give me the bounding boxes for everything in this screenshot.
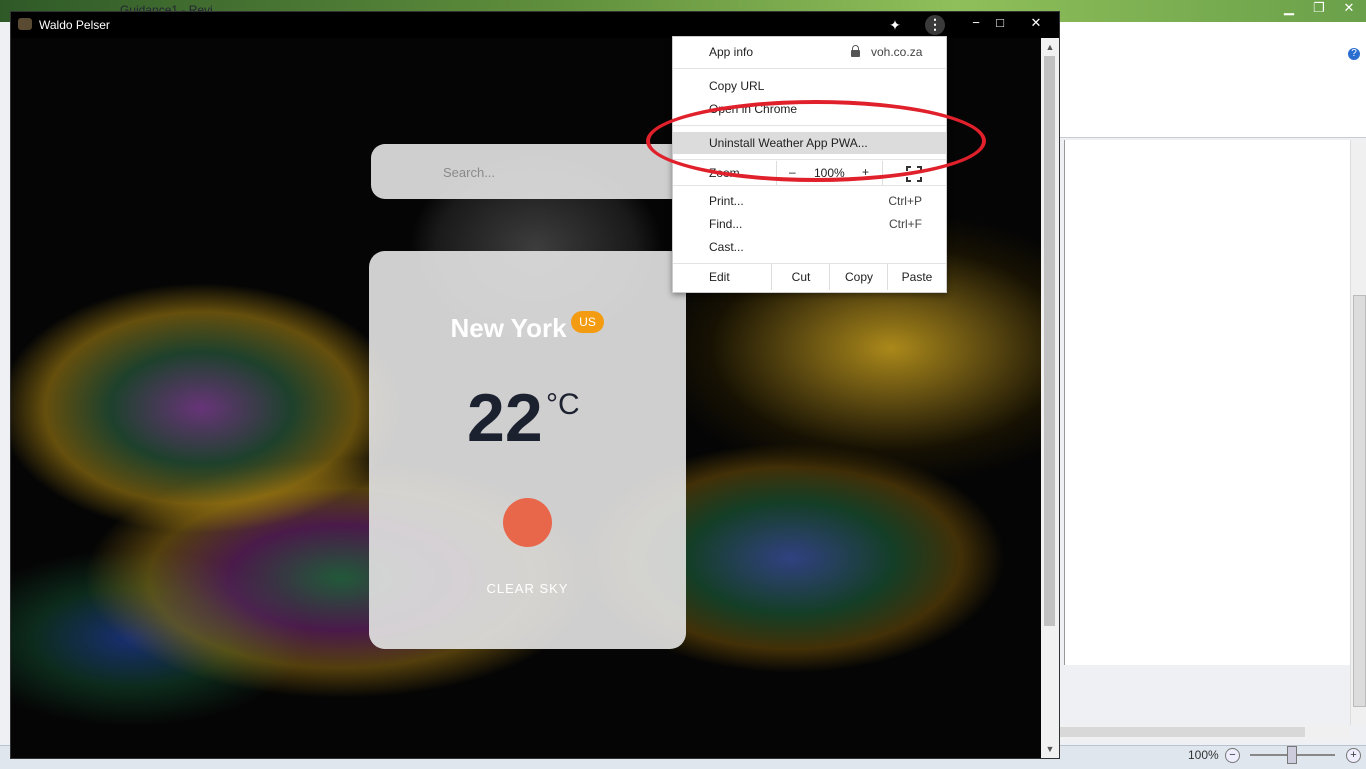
scroll-up-arrow-icon[interactable]: ▲ bbox=[1041, 40, 1059, 54]
menu-label: App info bbox=[709, 45, 754, 59]
menu-edit-row: Edit Cut Copy Paste bbox=[673, 264, 946, 290]
menu-shortcut: Ctrl+F bbox=[889, 217, 922, 231]
menu-shortcut: Ctrl+P bbox=[888, 194, 922, 208]
country-badge: US bbox=[571, 311, 604, 333]
app-menu-button[interactable]: ⋮ bbox=[925, 15, 945, 35]
menu-label: Copy URL bbox=[709, 79, 765, 93]
fullscreen-icon[interactable] bbox=[905, 165, 923, 183]
background-window-controls: ▁ ❐ ✕ bbox=[1280, 0, 1358, 16]
pwa-title-bar: Waldo Pelser ✦ ⋮ − □ ✕ bbox=[11, 12, 1059, 38]
menu-item-uninstall[interactable]: Uninstall Weather App PWA... bbox=[673, 132, 946, 154]
menu-item-app-info[interactable]: App info voh.co.za bbox=[673, 41, 946, 63]
menu-zoom-row: Zoom – 100% + bbox=[673, 161, 946, 185]
menu-label: Uninstall Weather App PWA... bbox=[709, 136, 868, 150]
background-ribbon: ? bbox=[1060, 22, 1366, 138]
copy-button[interactable]: Copy bbox=[829, 264, 888, 290]
zoom-out-button[interactable]: – bbox=[789, 165, 796, 179]
menu-label: Find... bbox=[709, 217, 743, 231]
pwa-maximize-button[interactable]: □ bbox=[987, 14, 1013, 32]
cut-button[interactable]: Cut bbox=[771, 264, 830, 290]
city-name: New York bbox=[369, 313, 686, 344]
help-icon[interactable]: ? bbox=[1348, 48, 1360, 60]
pwa-minimize-button[interactable]: − bbox=[963, 14, 989, 32]
temperature-unit: °C bbox=[546, 388, 580, 421]
zoom-controls: – 100% + bbox=[776, 161, 883, 185]
menu-label: Cast... bbox=[709, 240, 744, 254]
menu-item-cast[interactable]: Cast... bbox=[673, 236, 946, 258]
app-domain: voh.co.za bbox=[871, 45, 923, 59]
menu-label: Zoom bbox=[709, 166, 740, 180]
menu-label: Edit bbox=[709, 270, 730, 284]
status-zoom-slider-thumb[interactable] bbox=[1287, 746, 1297, 764]
background-horizontal-scrollbar[interactable] bbox=[1060, 725, 1350, 739]
menu-divider bbox=[673, 159, 946, 160]
menu-label: Open in Chrome bbox=[709, 102, 798, 116]
search-box[interactable] bbox=[371, 144, 691, 199]
scroll-thumb[interactable] bbox=[1353, 295, 1366, 707]
pwa-close-button[interactable]: ✕ bbox=[1023, 14, 1049, 32]
temperature-value: 22 bbox=[467, 380, 543, 456]
weather-condition: CLEAR SKY bbox=[486, 581, 569, 596]
menu-divider bbox=[673, 125, 946, 126]
city-name-text: New York bbox=[450, 313, 567, 343]
status-zoom-out-button[interactable]: − bbox=[1225, 748, 1240, 763]
menu-divider bbox=[673, 185, 946, 186]
zoom-value: 100% bbox=[814, 166, 845, 180]
weather-card: New York US 22 °C CLEAR SKY bbox=[369, 251, 686, 649]
pwa-vertical-scrollbar[interactable]: ▲ ▼ bbox=[1041, 38, 1059, 758]
menu-label: Print... bbox=[709, 194, 744, 208]
scroll-thumb[interactable] bbox=[1060, 727, 1305, 737]
background-minimize-button[interactable]: ▁ bbox=[1280, 0, 1298, 16]
pwa-scroll-thumb[interactable] bbox=[1044, 56, 1055, 626]
menu-item-copy-url[interactable]: Copy URL bbox=[673, 75, 946, 97]
background-restore-button[interactable]: ❐ bbox=[1310, 0, 1328, 16]
scroll-down-arrow-icon[interactable]: ▼ bbox=[1041, 742, 1059, 756]
background-vertical-scrollbar[interactable] bbox=[1350, 140, 1366, 725]
sun-icon bbox=[503, 498, 552, 547]
zoom-in-button[interactable]: + bbox=[862, 165, 869, 179]
status-zoom-label[interactable]: 100% bbox=[1188, 748, 1219, 762]
menu-divider bbox=[673, 68, 946, 69]
extensions-puzzle-icon[interactable]: ✦ bbox=[887, 17, 903, 33]
menu-item-find[interactable]: Find... Ctrl+F bbox=[673, 213, 946, 235]
menu-item-print[interactable]: Print... Ctrl+P bbox=[673, 190, 946, 212]
background-document-page[interactable] bbox=[1064, 140, 1350, 665]
paste-button[interactable]: Paste bbox=[887, 264, 946, 290]
background-close-button[interactable]: ✕ bbox=[1340, 0, 1358, 16]
search-input[interactable] bbox=[441, 160, 665, 184]
lock-icon bbox=[851, 45, 860, 57]
status-zoom-in-button[interactable]: + bbox=[1346, 748, 1361, 763]
pwa-window-title: Waldo Pelser bbox=[39, 18, 110, 32]
app-logo-icon bbox=[18, 18, 32, 30]
app-context-menu: App info voh.co.za Copy URL Open in Chro… bbox=[672, 36, 947, 293]
menu-item-open-in-chrome[interactable]: Open in Chrome bbox=[673, 98, 946, 120]
